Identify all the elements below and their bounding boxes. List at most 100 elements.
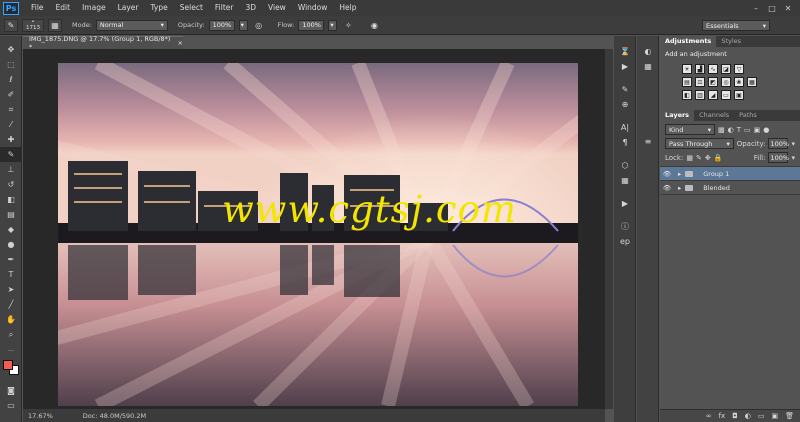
pen-tool-icon[interactable]: ✒: [0, 252, 22, 267]
expand-arrow-icon[interactable]: ▸: [678, 184, 681, 192]
filter-adjustment-icon[interactable]: ◐: [728, 126, 734, 134]
eye-icon[interactable]: 👁: [660, 184, 674, 192]
menu-filter[interactable]: Filter: [209, 0, 240, 16]
color-balance-icon[interactable]: ⚖: [695, 77, 705, 87]
channel-mixer-icon[interactable]: ❀: [734, 77, 744, 87]
airbrush-icon[interactable]: ✧: [341, 19, 355, 32]
workspace-select[interactable]: Essentials ▾: [702, 20, 770, 31]
gradient-map-icon[interactable]: ▭: [721, 90, 731, 100]
layer-row-blended[interactable]: 👁 ▸ Blended: [660, 181, 800, 195]
info-panel-icon[interactable]: ⓘ: [614, 219, 636, 234]
menu-view[interactable]: View: [262, 0, 292, 16]
menu-select[interactable]: Select: [174, 0, 209, 16]
tab-layers[interactable]: Layers: [660, 110, 695, 121]
crop-tool-icon[interactable]: ⌗: [0, 102, 22, 117]
vibrance-icon[interactable]: ▽: [734, 64, 744, 74]
zoom-tool-icon[interactable]: ⌕: [0, 327, 22, 342]
path-select-tool-icon[interactable]: ➤: [0, 282, 22, 297]
posterize-icon[interactable]: ▥: [695, 90, 705, 100]
shape-tool-icon[interactable]: ╱: [0, 297, 22, 312]
clone-stamp-tool-icon[interactable]: ⊥: [0, 162, 22, 177]
eye-icon[interactable]: 👁: [660, 170, 674, 178]
3d-panel-icon[interactable]: ⬡: [614, 158, 636, 173]
lock-all-icon[interactable]: 🔒: [714, 154, 723, 162]
expand-arrow-icon[interactable]: ▸: [678, 170, 681, 178]
lock-pixels-icon[interactable]: ✎: [696, 154, 702, 162]
eraser-tool-icon[interactable]: ◧: [0, 192, 22, 207]
close-window-button[interactable]: ✕: [782, 4, 794, 13]
opacity-input[interactable]: 100%: [208, 19, 235, 31]
more-tools-icon[interactable]: …: [0, 342, 22, 357]
eyedropper-tool-icon[interactable]: ⁄: [0, 117, 22, 132]
color-panel-icon[interactable]: ◐: [637, 44, 659, 59]
lock-position-icon[interactable]: ✥: [705, 154, 711, 162]
menu-3d[interactable]: 3D: [239, 0, 262, 16]
flow-input[interactable]: 100%: [298, 19, 325, 31]
menu-type[interactable]: Type: [145, 0, 174, 16]
new-adjustment-layer-icon[interactable]: ◐: [745, 412, 751, 420]
history-panel-icon[interactable]: ⌛: [614, 44, 636, 59]
curves-icon[interactable]: ∿: [708, 64, 718, 74]
brush-panel-toggle-icon[interactable]: ▦: [48, 18, 62, 32]
brush-size-picker[interactable]: • 1713: [22, 18, 44, 32]
link-layers-icon[interactable]: ∞: [706, 412, 712, 420]
clone-source-icon[interactable]: ⊕: [614, 97, 636, 112]
menu-file[interactable]: File: [25, 0, 50, 16]
hand-tool-icon[interactable]: ✋: [0, 312, 22, 327]
measurement-panel-icon[interactable]: ▦: [614, 173, 636, 188]
character-panel-icon[interactable]: A|: [614, 120, 636, 135]
brush-tool-icon[interactable]: ✎: [0, 147, 22, 162]
photo-filter-icon[interactable]: ◎: [721, 77, 731, 87]
minimize-button[interactable]: –: [750, 4, 762, 13]
layer-filter-select[interactable]: Kind ▾: [665, 124, 715, 135]
add-mask-icon[interactable]: ◘: [732, 412, 738, 420]
tab-paths[interactable]: Paths: [734, 110, 762, 121]
blend-mode-select[interactable]: Pass Through ▾: [665, 138, 734, 149]
hue-saturation-icon[interactable]: ▤: [682, 77, 692, 87]
history-brush-tool-icon[interactable]: ↺: [0, 177, 22, 192]
new-group-icon[interactable]: ▭: [758, 412, 765, 420]
dodge-tool-icon[interactable]: ●: [0, 237, 22, 252]
pressure-opacity-icon[interactable]: ◎: [252, 19, 266, 32]
close-tab-icon[interactable]: ×: [178, 39, 183, 47]
new-layer-icon[interactable]: ▣: [771, 412, 778, 420]
foreground-color-swatch[interactable]: [3, 360, 13, 370]
marquee-tool-icon[interactable]: ⬚: [0, 57, 22, 72]
layer-style-icon[interactable]: fx: [719, 412, 726, 420]
flow-slider-toggle[interactable]: ▾: [328, 19, 338, 31]
filter-shape-icon[interactable]: ▭: [744, 126, 751, 134]
menu-window[interactable]: Window: [292, 0, 334, 16]
color-lookup-icon[interactable]: ▦: [747, 77, 757, 87]
gradient-tool-icon[interactable]: ▤: [0, 207, 22, 222]
screen-mode-icon[interactable]: ▭: [0, 398, 22, 413]
document-canvas[interactable]: [58, 63, 578, 406]
filter-smart-icon[interactable]: ▣: [754, 126, 761, 134]
zoom-level[interactable]: 17.67%: [28, 412, 53, 420]
paragraph-panel-icon[interactable]: ¶: [614, 135, 636, 150]
menu-help[interactable]: Help: [333, 0, 362, 16]
layer-row-group-1[interactable]: 👁 ▸ Group 1: [660, 167, 800, 181]
menu-edit[interactable]: Edit: [50, 0, 77, 16]
mode-select[interactable]: Normal ▾: [95, 19, 168, 31]
move-tool-icon[interactable]: ✥: [0, 42, 22, 57]
menu-layer[interactable]: Layer: [112, 0, 145, 16]
lasso-tool-icon[interactable]: ℓ: [0, 72, 22, 87]
chevron-down-icon[interactable]: ▾: [791, 140, 795, 148]
fill-input[interactable]: 100%: [768, 152, 789, 163]
extension-panel-icon[interactable]: ep: [614, 234, 636, 249]
tab-styles[interactable]: Styles: [716, 36, 746, 47]
filter-toggle-icon[interactable]: ●: [763, 126, 769, 134]
menu-image[interactable]: Image: [76, 0, 112, 16]
type-tool-icon[interactable]: T: [0, 267, 22, 282]
timeline-panel-icon[interactable]: ▶: [614, 196, 636, 211]
lock-transparency-icon[interactable]: ▦: [686, 154, 693, 162]
filter-pixel-icon[interactable]: ▩: [718, 126, 725, 134]
brightness-contrast-icon[interactable]: ☀: [682, 64, 692, 74]
actions-panel-icon[interactable]: ▶: [614, 59, 636, 74]
exposure-icon[interactable]: ◪: [721, 64, 731, 74]
chevron-down-icon[interactable]: ▾: [791, 154, 795, 162]
brush-presets-icon[interactable]: ✎: [614, 82, 636, 97]
filter-type-icon[interactable]: T: [737, 126, 741, 134]
delete-layer-icon[interactable]: 🗑: [785, 412, 794, 420]
brush-preset-icon[interactable]: ✎: [4, 18, 18, 32]
